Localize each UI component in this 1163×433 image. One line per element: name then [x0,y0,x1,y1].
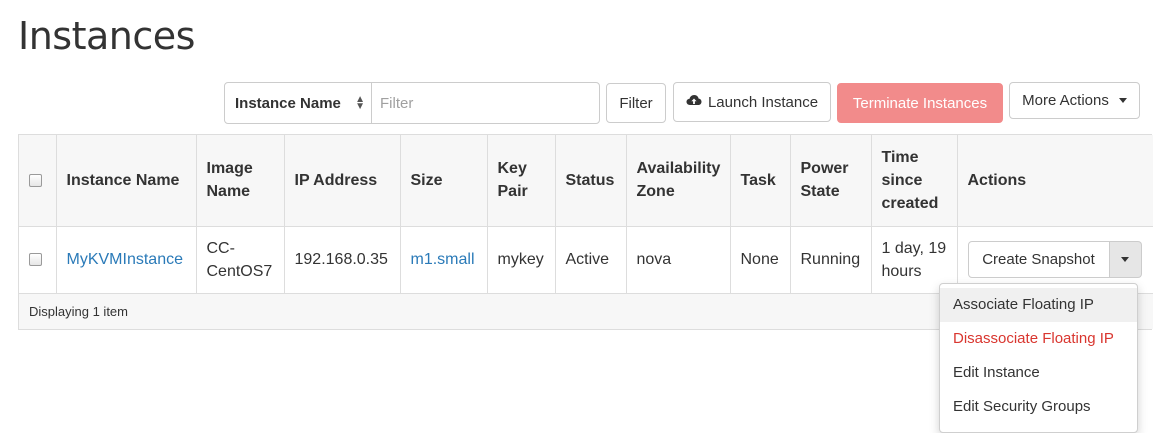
row-actions-menu: Associate Floating IP Disassociate Float… [939,283,1138,433]
caret-down-icon [1121,257,1129,262]
menu-item-associate-floating-ip[interactable]: Associate Floating IP [940,288,1137,322]
table-toolbar: Instance Name ▲▼ Filter Launch Instance … [0,82,1163,124]
sort-arrows-icon: ▲ ▼ [355,94,365,112]
launch-instance-label: Launch Instance [707,93,819,111]
key-pair-cell: mykey [487,226,556,294]
select-all-checkbox[interactable] [29,174,42,188]
ip-address-cell: 192.168.0.35 [284,226,401,294]
create-snapshot-button[interactable]: Create Snapshot [967,241,1110,278]
filter-field-label: Instance Name [235,94,341,112]
instance-name-cell: MyKVMInstance [56,226,197,294]
column-header-ip-address[interactable]: IP Address [284,135,401,227]
column-header-size[interactable]: Size [400,135,488,227]
caret-down-icon [1118,98,1127,103]
column-header-instance-name[interactable]: Instance Name [56,135,197,227]
filter-button[interactable]: Filter [606,83,666,123]
column-header-power-state[interactable]: Power State [790,135,872,227]
filter-field-select[interactable]: Instance Name ▲ ▼ [224,82,372,124]
column-header-key-pair[interactable]: Key Pair [487,135,556,227]
task-cell: None [730,226,791,294]
size-cell: m1.small [400,226,488,294]
more-actions-label: More Actions [1022,92,1109,109]
image-name-cell: CC-CentOS7 [196,226,285,294]
column-header-status[interactable]: Status [555,135,627,227]
row-actions-split-button: Create Snapshot [967,241,1144,278]
menu-item-edit-instance[interactable]: Edit Instance [940,356,1137,390]
row-checkbox[interactable] [29,253,42,267]
row-select-cell [19,226,57,294]
menu-item-edit-security-groups[interactable]: Edit Security Groups [940,390,1137,424]
status-cell: Active [555,226,627,294]
terminate-instances-button[interactable]: Terminate Instances [837,83,1003,123]
select-all-cell [19,135,57,227]
column-header-task[interactable]: Task [730,135,791,227]
instance-name-link[interactable]: MyKVMInstance [67,251,183,268]
page-title: Instances [18,14,195,58]
cloud-upload-icon [686,93,702,111]
filter-input[interactable] [371,82,600,124]
launch-instance-button[interactable]: Launch Instance [673,82,831,122]
column-header-time-since-created[interactable]: Time since created [871,135,958,227]
column-header-availability-zone[interactable]: Availability Zone [626,135,731,227]
table-header-row: Instance Name Image Name IP Address Size… [19,135,1153,227]
column-header-image-name[interactable]: Image Name [196,135,285,227]
power-state-cell: Running [790,226,872,294]
menu-item-disassociate-floating-ip[interactable]: Disassociate Floating IP [940,322,1137,356]
column-header-actions: Actions [957,135,1153,227]
availability-zone-cell: nova [626,226,731,294]
size-link[interactable]: m1.small [411,251,475,268]
row-actions-toggle[interactable] [1109,241,1142,278]
more-actions-button[interactable]: More Actions [1009,82,1140,119]
